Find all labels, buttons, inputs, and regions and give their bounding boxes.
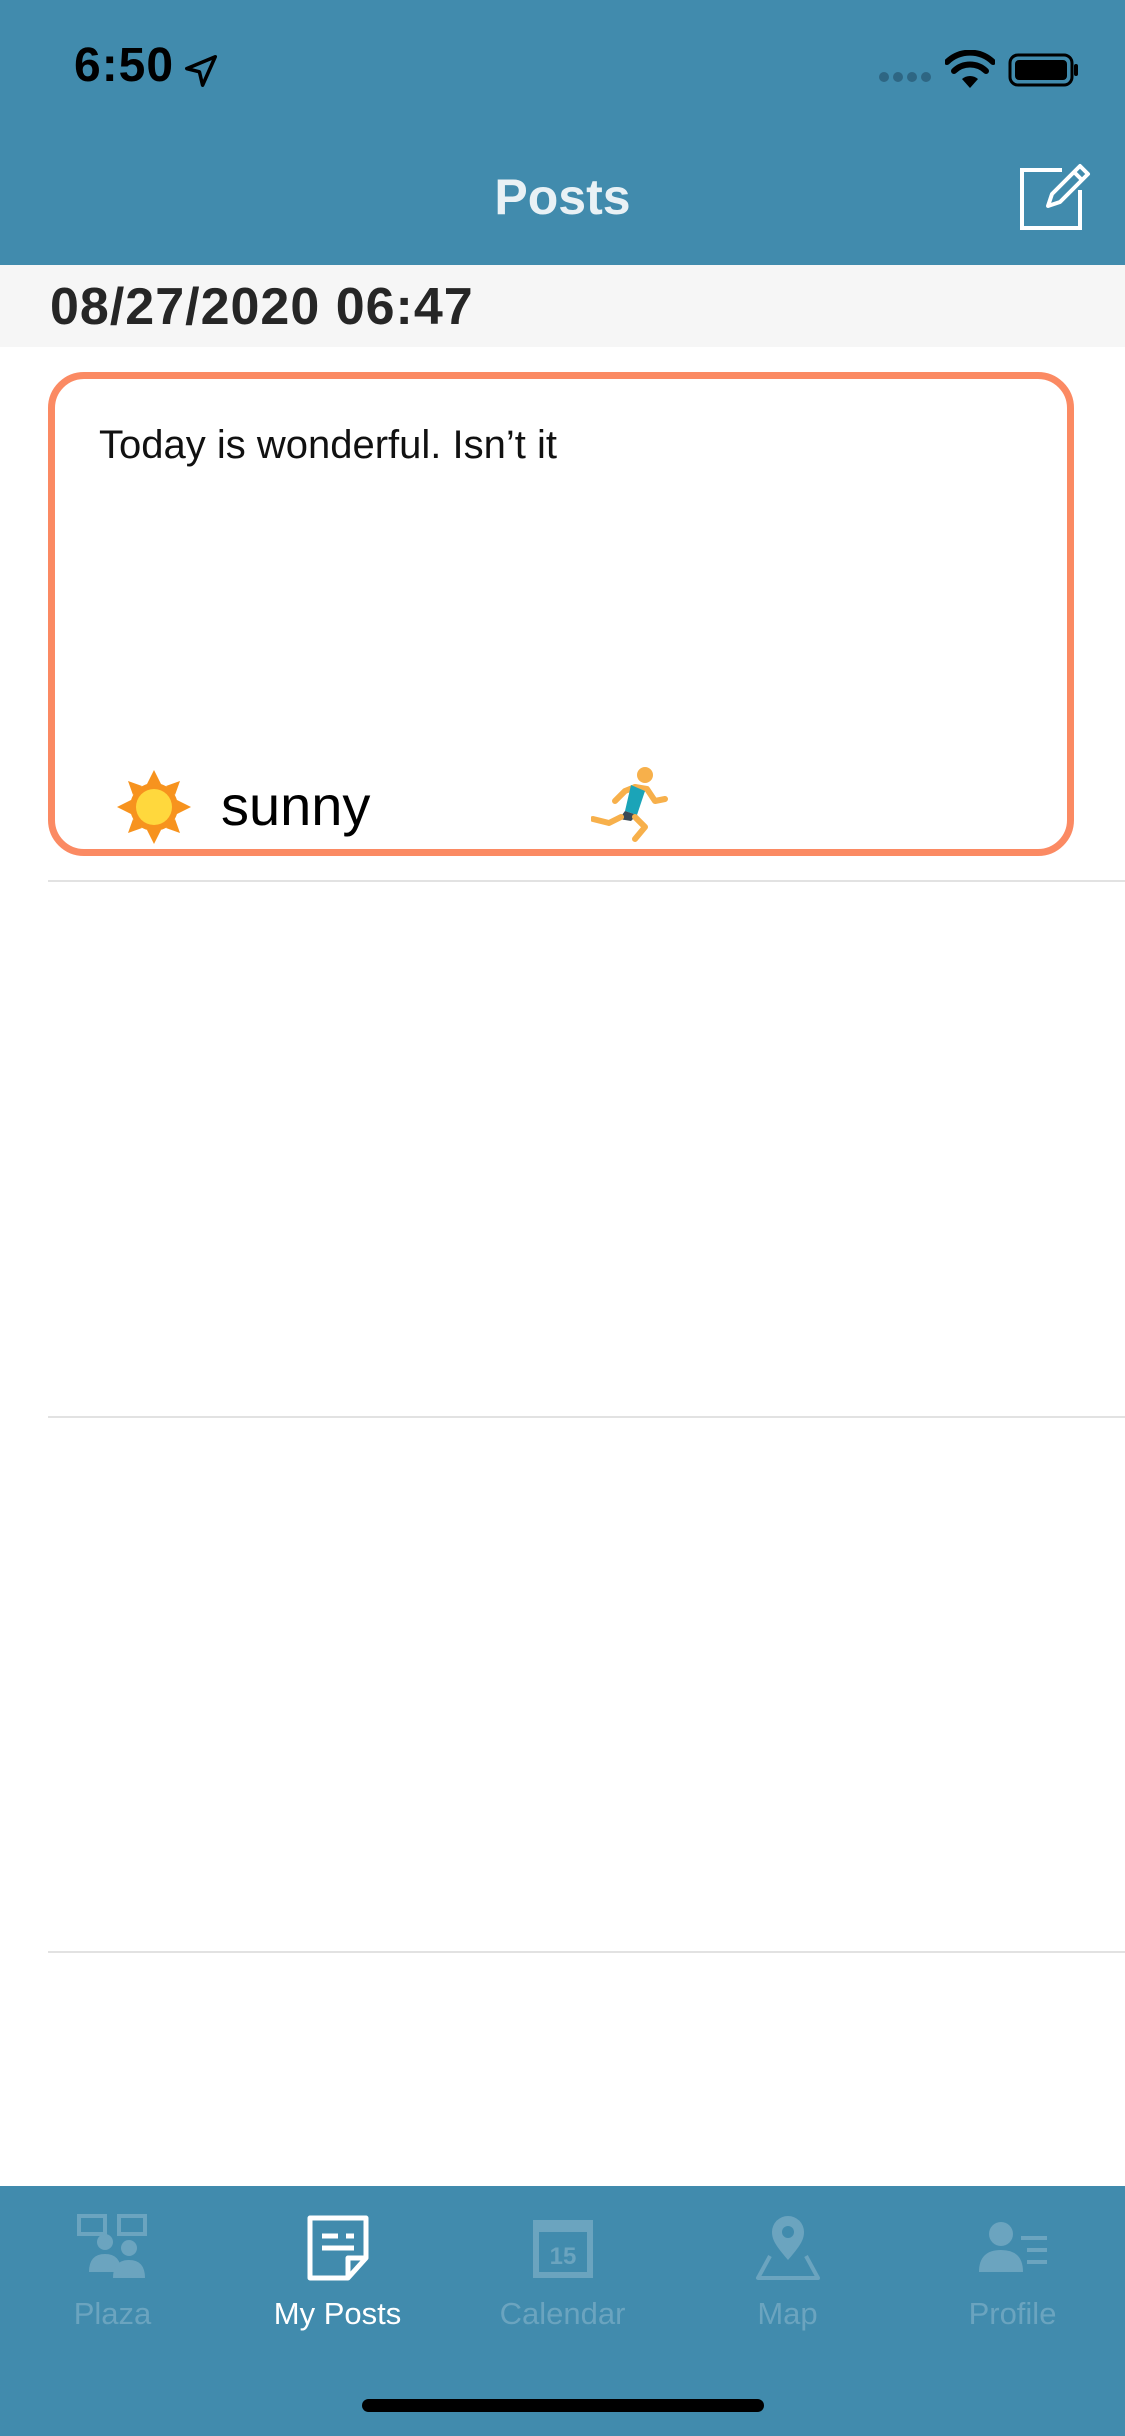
home-indicator <box>362 2399 764 2412</box>
page-title: Posts <box>494 169 631 225</box>
plaza-icon <box>76 2214 147 2278</box>
posts-icon <box>307 2215 368 2281</box>
battery-icon <box>1008 53 1078 87</box>
tab-label: My Posts <box>273 2296 402 2331</box>
wifi-icon <box>945 50 995 88</box>
list-divider <box>48 1416 1125 1418</box>
tab-bar: Plaza My Posts 15 Calendar Map Profile <box>0 2186 1125 2436</box>
compose-button[interactable] <box>1016 158 1092 234</box>
cellular-signal-icon <box>879 72 931 82</box>
svg-text:15: 15 <box>549 2243 576 2270</box>
section-header: 08/27/2020 06:47 <box>0 265 1125 347</box>
tab-calendar[interactable]: 15 Calendar <box>450 2212 675 2342</box>
tab-label: Profile <box>968 2296 1057 2331</box>
map-pin-icon <box>755 2216 820 2280</box>
header: 6:50 Posts <box>0 0 1125 265</box>
post-date: 08/27/2020 06:47 <box>50 278 474 336</box>
location-arrow-icon <box>185 55 217 87</box>
tab-profile[interactable]: Profile <box>900 2212 1125 2342</box>
post-text: Today is wonderful. Isn’t it <box>99 423 557 467</box>
app-screen: 6:50 Posts 08/27/2020 06:47 Today is won… <box>0 0 1125 2436</box>
weather-label: sunny <box>221 774 371 837</box>
runner-icon <box>591 767 668 842</box>
tab-map[interactable]: Map <box>675 2212 900 2342</box>
tab-plaza[interactable]: Plaza <box>0 2212 225 2342</box>
post-card[interactable]: Today is wonderful. Isn’t it sunny <box>48 372 1074 856</box>
profile-icon <box>978 2222 1047 2272</box>
tab-label: Map <box>757 2296 818 2331</box>
tab-my-posts[interactable]: My Posts <box>225 2212 450 2342</box>
calendar-icon: 15 <box>532 2220 593 2278</box>
status-time: 6:50 <box>74 39 175 92</box>
list-divider <box>48 880 1125 882</box>
list-divider <box>48 1951 1125 1953</box>
tab-label: Calendar <box>499 2296 626 2331</box>
sun-icon <box>117 770 191 844</box>
tab-label: Plaza <box>73 2296 152 2331</box>
